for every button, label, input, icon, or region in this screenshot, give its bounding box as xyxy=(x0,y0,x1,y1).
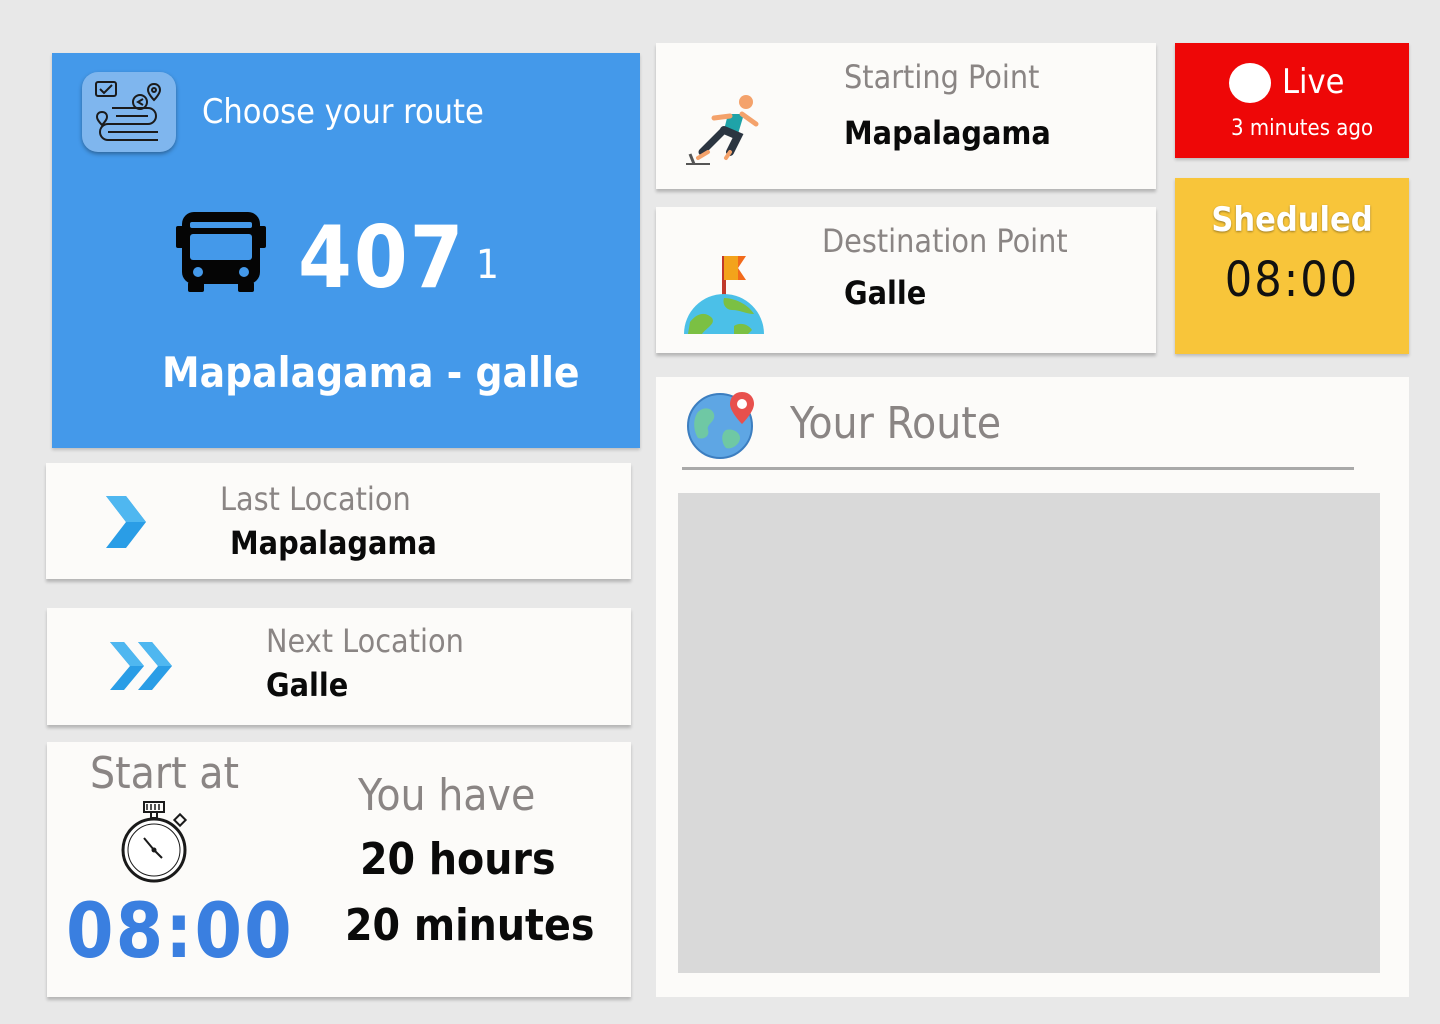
live-dot-icon xyxy=(1229,63,1271,103)
choose-route-title[interactable]: Choose your route xyxy=(202,92,484,132)
last-location-label: Last Location xyxy=(220,480,411,518)
route-name: Mapalagama - galle xyxy=(162,348,580,397)
live-label: Live xyxy=(1282,62,1345,102)
stopwatch-icon xyxy=(118,800,194,888)
route-map-icon[interactable] xyxy=(82,72,176,152)
destination-point-value: Galle xyxy=(844,274,927,312)
starting-point-value: Mapalagama xyxy=(844,114,1051,152)
double-chevron-right-icon xyxy=(110,638,174,698)
next-location-value: Galle xyxy=(266,666,349,704)
runner-icon xyxy=(684,92,764,172)
your-route-title: Your Route xyxy=(790,398,1002,449)
bus-number: 407 xyxy=(298,208,466,308)
next-location-label: Next Location xyxy=(266,622,464,660)
flag-globe-icon xyxy=(684,252,766,340)
route-variant: 1 xyxy=(476,242,499,288)
globe-pin-icon xyxy=(686,390,758,464)
chevron-right-icon xyxy=(104,494,148,554)
live-updated: 3 minutes ago xyxy=(1231,116,1374,141)
remaining-minutes: 20 minutes xyxy=(345,900,595,951)
remaining-label: You have xyxy=(358,770,536,821)
route-map[interactable] xyxy=(678,493,1380,973)
title-divider xyxy=(682,467,1354,470)
last-location-value: Mapalagama xyxy=(230,524,437,562)
remaining-hours: 20 hours xyxy=(360,834,556,885)
destination-point-label: Destination Point xyxy=(822,222,1068,260)
bus-icon xyxy=(176,210,266,298)
start-label: Start at xyxy=(90,748,240,799)
start-time: 08:00 xyxy=(66,886,294,975)
scheduled-time: 08:00 xyxy=(1224,252,1360,308)
starting-point-label: Starting Point xyxy=(844,58,1040,96)
scheduled-label: Sheduled xyxy=(1211,200,1373,240)
